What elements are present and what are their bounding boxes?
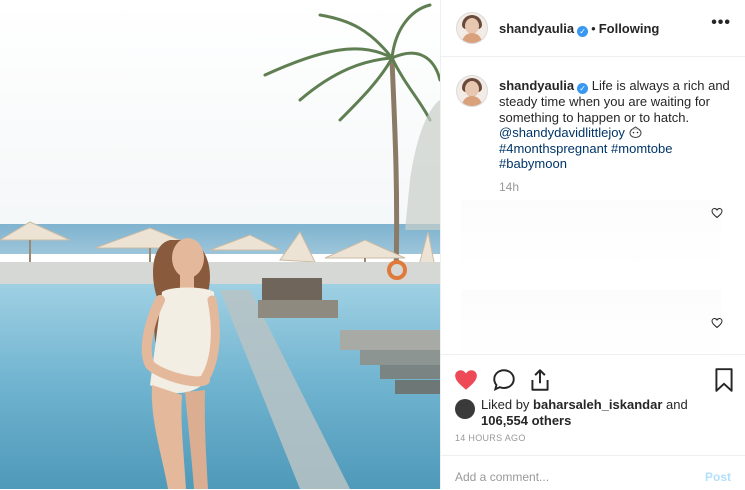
liker-avatar[interactable]: [455, 399, 475, 419]
hashtag-link[interactable]: #momtobe: [611, 141, 672, 156]
separator-dot: •: [591, 21, 596, 36]
following-button[interactable]: Following: [599, 21, 660, 36]
more-options-icon[interactable]: •••: [711, 14, 731, 32]
caption-time: 14h: [499, 180, 520, 194]
blurred-comment: [461, 200, 721, 270]
blurred-comment: [461, 290, 721, 360]
username-link[interactable]: shandyaulia: [499, 21, 574, 36]
post-comment-button[interactable]: Post: [705, 470, 731, 484]
hashtag-link[interactable]: #babymoon: [499, 156, 567, 171]
share-icon[interactable]: [527, 367, 553, 393]
caption-avatar[interactable]: [456, 75, 488, 107]
avatar[interactable]: [456, 12, 488, 44]
likes-count-link[interactable]: 106,554 others: [481, 413, 571, 428]
likes-prefix: Liked by: [481, 397, 530, 412]
post-photo[interactable]: [0, 0, 440, 489]
heart-filled-icon[interactable]: [453, 367, 479, 393]
comment-like-heart-icon[interactable]: [711, 317, 723, 329]
liked-by-user-link[interactable]: baharsaleh_iskandar: [533, 397, 662, 412]
hashtag-link[interactable]: #4monthspregnant: [499, 141, 607, 156]
verified-badge-icon: ✓: [577, 26, 589, 37]
post-header: shandyaulia ✓ • Following •••: [441, 0, 745, 57]
header-text: shandyaulia ✓ • Following: [499, 21, 659, 37]
mention-link[interactable]: @shandydavidlittlejoy: [499, 125, 625, 140]
baby-chick-emoji-icon: [629, 126, 642, 138]
comment-like-heart-icon[interactable]: [711, 207, 723, 219]
bookmark-icon[interactable]: [711, 367, 737, 393]
caption-username[interactable]: shandyaulia: [499, 78, 574, 93]
comment-box: Add a comment... Post: [441, 455, 745, 490]
post-actions: Liked by baharsaleh_iskandar and 106,554…: [441, 354, 745, 490]
post-side-panel: shandyaulia ✓ • Following ••• shandyaulia ✓ …: [440, 0, 745, 489]
verified-badge-icon: ✓: [577, 83, 589, 94]
comment-input[interactable]: Add a comment...: [455, 470, 549, 484]
comment-icon[interactable]: [491, 367, 517, 393]
photo-image: [0, 0, 440, 489]
post-caption: shandyaulia ✓ Life is always a rich and s…: [499, 78, 734, 172]
likes-joiner: and: [666, 397, 688, 412]
post-timestamp: 14 HOURS AGO: [455, 433, 526, 443]
